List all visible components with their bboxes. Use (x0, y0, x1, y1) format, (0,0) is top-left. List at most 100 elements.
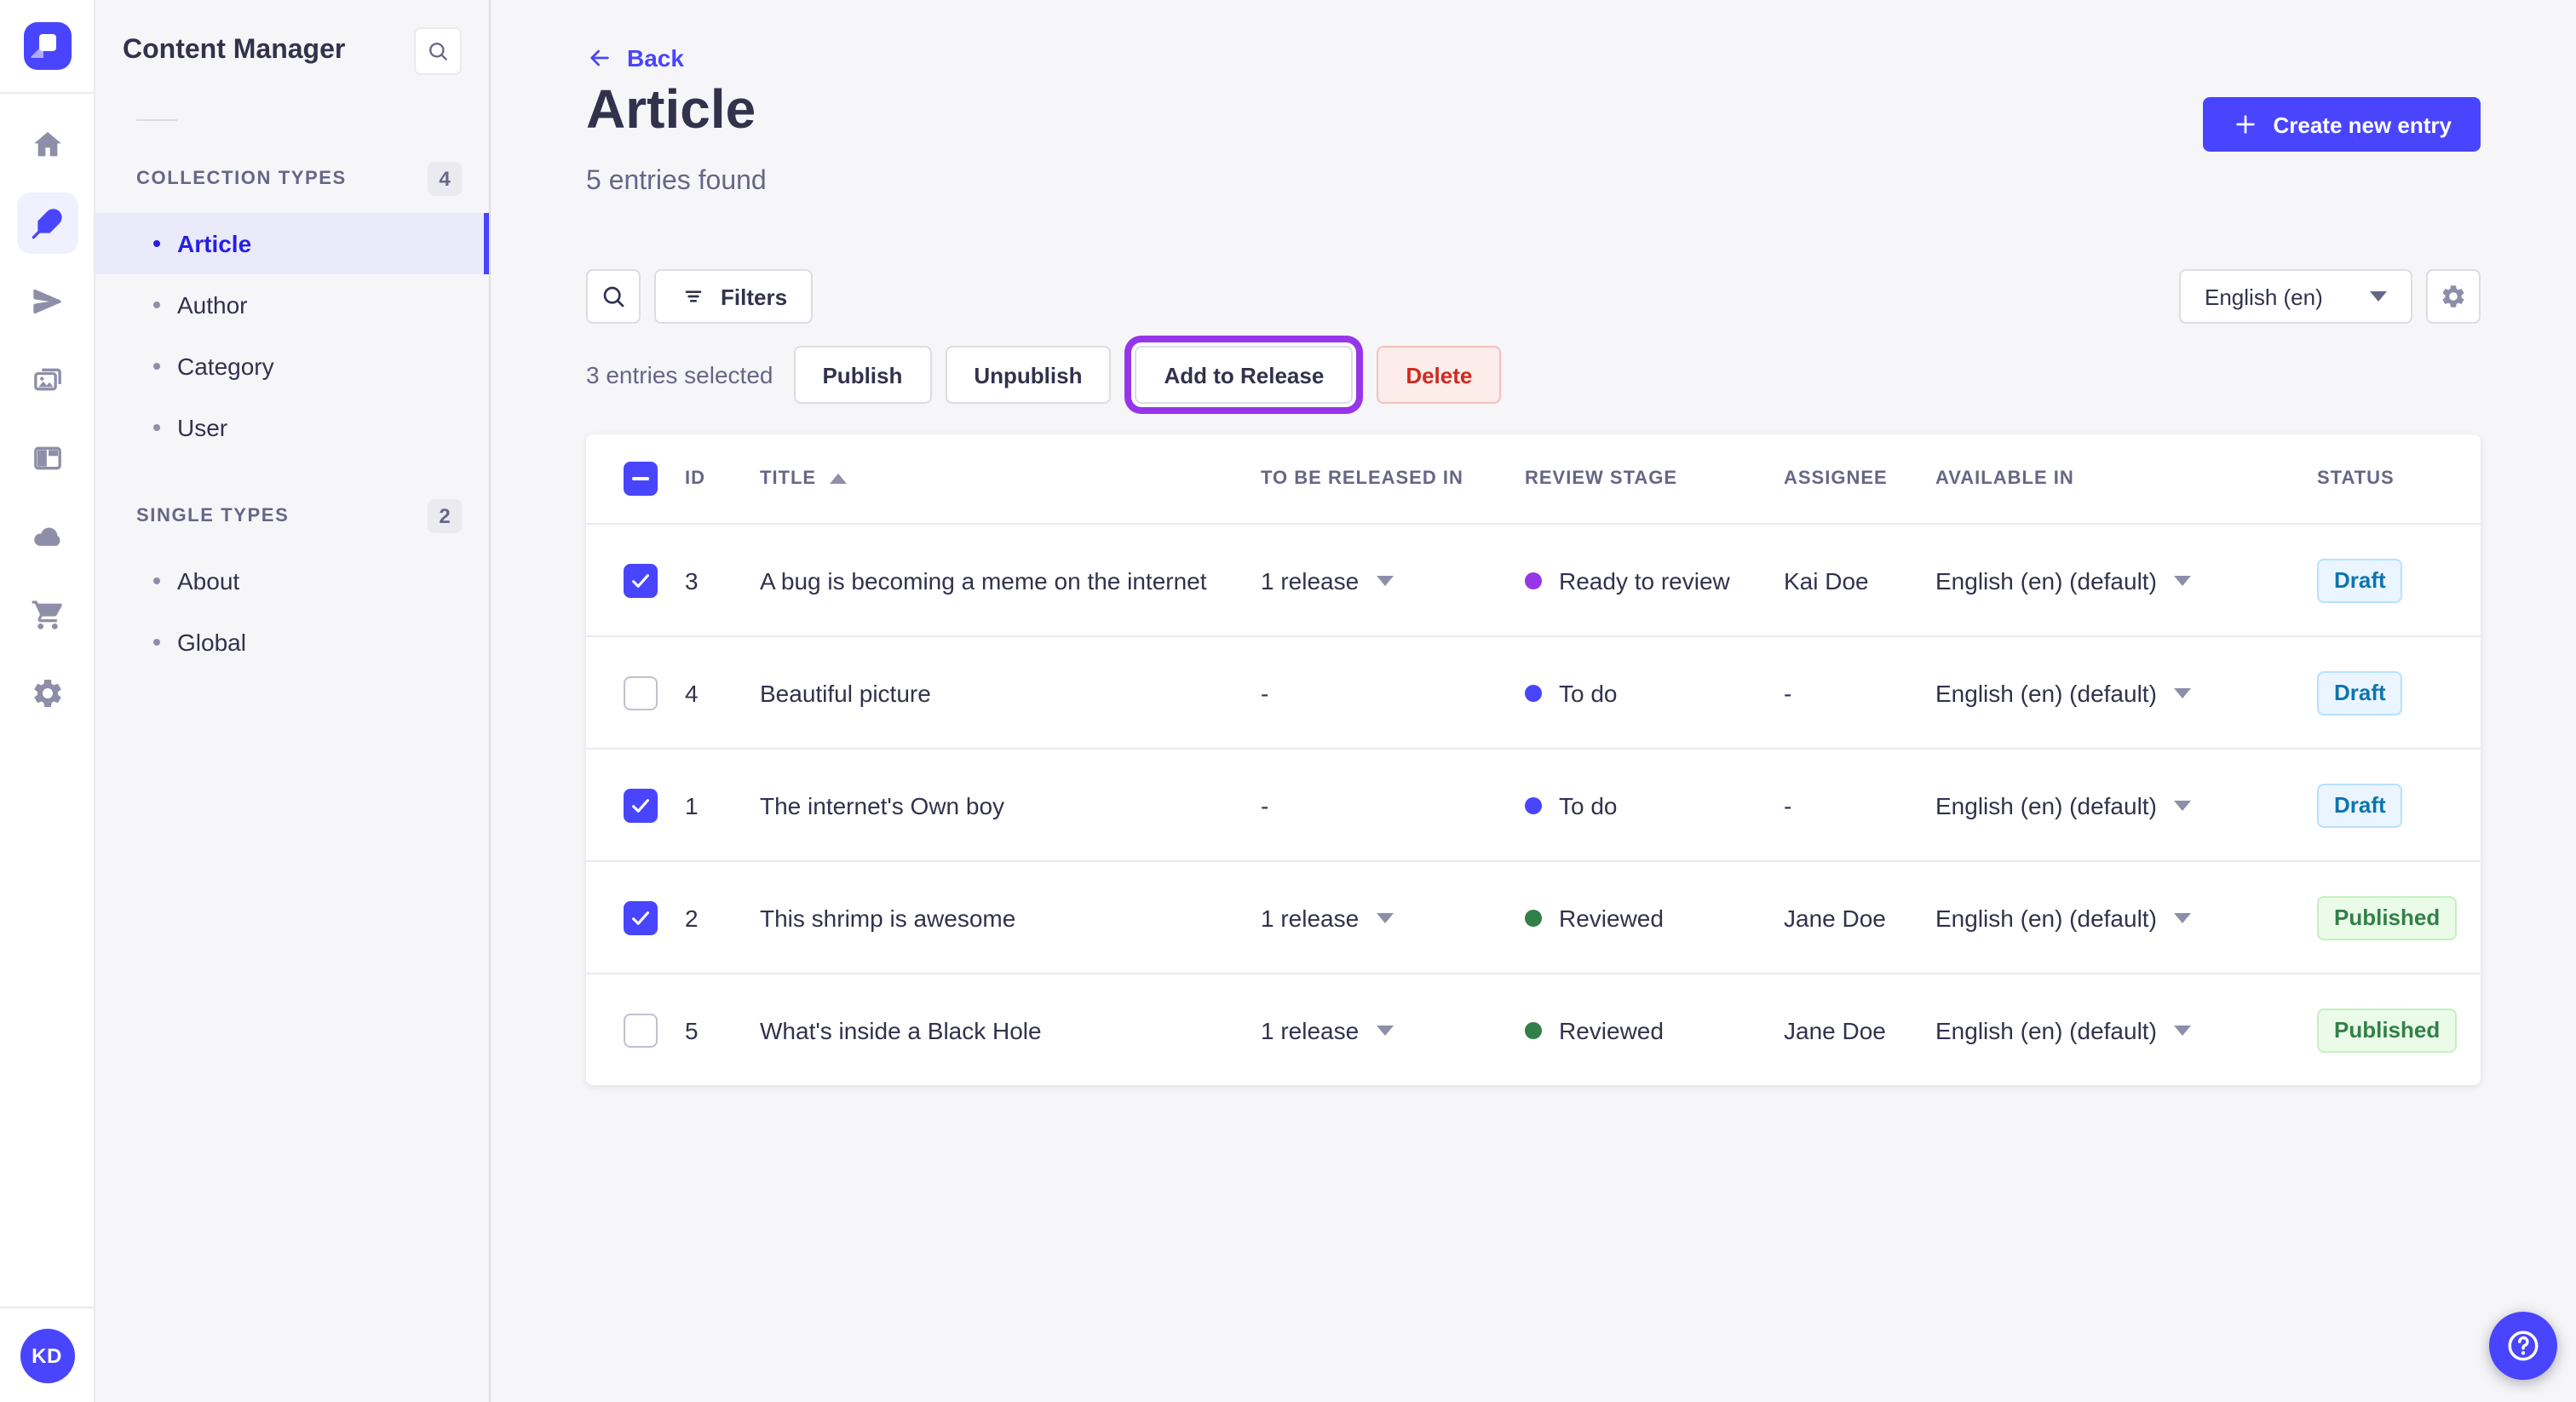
bullet-icon (153, 424, 160, 431)
locale-select[interactable]: English (en) (2179, 269, 2412, 324)
add-to-release-button[interactable]: Add to Release (1135, 346, 1354, 404)
table-row[interactable]: 2 This shrimp is awesome 1 release Revie… (586, 860, 2481, 973)
cloud-icon[interactable] (16, 506, 78, 567)
locale-chevron-down-icon[interactable] (2173, 800, 2191, 810)
cell-to-be-released-in[interactable]: - (1261, 679, 1525, 706)
sidebar-search-button[interactable] (414, 27, 462, 75)
select-all-checkbox[interactable] (624, 462, 658, 496)
cell-to-be-released-in[interactable]: 1 release (1261, 904, 1525, 931)
section-label: COLLECTION TYPES (136, 169, 347, 189)
content-manager-feather-icon[interactable] (16, 192, 78, 254)
row-checkbox[interactable] (624, 1013, 658, 1047)
search-icon (603, 286, 624, 307)
cell-id: 3 (685, 566, 699, 594)
sidebar-item-article[interactable]: Article (95, 213, 489, 274)
table-row[interactable]: 5 What's inside a Black Hole 1 release R… (586, 973, 2481, 1085)
locale-chevron-down-icon[interactable] (2173, 912, 2191, 922)
release-chevron-down-icon[interactable] (1376, 575, 1394, 585)
release-label: - (1261, 791, 1269, 819)
bullet-icon (153, 577, 160, 584)
media-library-pictures-icon[interactable] (16, 349, 78, 411)
row-checkbox[interactable] (624, 563, 658, 597)
cell-title[interactable]: A bug is becoming a meme on the internet (760, 566, 1261, 594)
cell-review-stage: Ready to review (1525, 566, 1784, 594)
home-icon[interactable] (16, 114, 78, 175)
releases-paper-plane-icon[interactable] (16, 271, 78, 332)
bullet-icon (153, 363, 160, 370)
sidebar-item-label: Author (177, 291, 248, 319)
release-chevron-down-icon[interactable] (1376, 1025, 1394, 1035)
status-badge: Published (2317, 895, 2458, 939)
locale-chevron-down-icon[interactable] (2173, 575, 2191, 585)
cell-title[interactable]: This shrimp is awesome (760, 904, 1261, 931)
column-header-status[interactable]: STATUS (2310, 468, 2450, 489)
cell-title[interactable]: Beautiful picture (760, 679, 1261, 706)
cell-available-in[interactable]: English (en) (default) (1935, 904, 2310, 931)
sidebar-section: COLLECTION TYPES 4 Article Author Catego… (95, 162, 489, 458)
table-row[interactable]: 1 The internet's Own boy - To do - Engli… (586, 748, 2481, 860)
column-header-title[interactable]: TITLE (760, 468, 1261, 489)
delete-button[interactable]: Delete (1377, 346, 1502, 404)
stage-dot-icon (1525, 572, 1542, 589)
section-count-badge: 2 (428, 499, 462, 533)
cell-available-in[interactable]: English (en) (default) (1935, 679, 2310, 706)
row-checkbox[interactable] (624, 788, 658, 822)
sidebar-item-category[interactable]: Category (95, 336, 489, 397)
stage-label: To do (1559, 679, 1618, 706)
column-header-id[interactable]: ID (685, 468, 760, 489)
release-chevron-down-icon[interactable] (1376, 912, 1394, 922)
column-header-review-stage[interactable]: REVIEW STAGE (1525, 468, 1784, 489)
marketplace-cart-icon[interactable] (16, 584, 78, 646)
cell-available-in[interactable]: English (en) (default) (1935, 1016, 2310, 1043)
filter-icon (685, 290, 702, 302)
filters-button[interactable]: Filters (654, 269, 814, 324)
locale-label: English (en) (default) (1935, 904, 2157, 931)
sidebar-item-label: Global (177, 629, 246, 656)
row-checkbox[interactable] (624, 675, 658, 710)
cell-title[interactable]: What's inside a Black Hole (760, 1016, 1261, 1043)
cell-to-be-released-in[interactable]: 1 release (1261, 1016, 1525, 1043)
cell-available-in[interactable]: English (en) (default) (1935, 566, 2310, 594)
section-label: SINGLE TYPES (136, 506, 290, 526)
cell-to-be-released-in[interactable]: - (1261, 791, 1525, 819)
column-header-released[interactable]: TO BE RELEASED IN (1261, 468, 1525, 489)
release-label: 1 release (1261, 904, 1360, 931)
bullet-icon (153, 240, 160, 247)
status-badge: Published (2317, 1008, 2458, 1052)
view-settings-button[interactable] (2426, 269, 2481, 324)
content-type-builder-layout-icon[interactable] (16, 428, 78, 489)
locale-chevron-down-icon[interactable] (2173, 1025, 2191, 1035)
locale-chevron-down-icon[interactable] (2173, 687, 2191, 698)
sidebar-item-global[interactable]: Global (95, 612, 489, 673)
publish-button[interactable]: Publish (793, 346, 932, 404)
create-new-entry-button[interactable]: Create new entry (2203, 97, 2481, 152)
table-row[interactable]: 3 A bug is becoming a meme on the intern… (586, 523, 2481, 635)
settings-gear-icon[interactable] (16, 663, 78, 724)
search-button[interactable] (586, 269, 641, 324)
content-manager-sidebar: Content Manager COLLECTION TYPES 4 Artic… (95, 0, 491, 1402)
sidebar-sections: COLLECTION TYPES 4 Article Author Catego… (95, 162, 489, 673)
sidebar-item-author[interactable]: Author (95, 274, 489, 336)
cell-review-stage: Reviewed (1525, 904, 1784, 931)
help-button[interactable] (2489, 1312, 2557, 1380)
section-items: Article Author Category User (95, 213, 489, 458)
sidebar-item-about[interactable]: About (95, 550, 489, 612)
status-badge: Draft (2317, 558, 2403, 602)
table-row[interactable]: 4 Beautiful picture - To do - English (e… (586, 635, 2481, 748)
sidebar-item-user[interactable]: User (95, 397, 489, 458)
main-content: Back Article 5 entries found Create new … (491, 0, 2576, 1402)
row-checkbox[interactable] (624, 900, 658, 934)
column-header-assignee[interactable]: ASSIGNEE (1784, 468, 1935, 489)
cell-to-be-released-in[interactable]: 1 release (1261, 566, 1525, 594)
strapi-logo-icon[interactable] (23, 22, 71, 70)
selection-summary: 3 entries selected (586, 361, 773, 388)
back-link[interactable]: Back (586, 44, 684, 72)
column-header-available-in[interactable]: AVAILABLE IN (1935, 468, 2310, 489)
cell-assignee: Kai Doe (1784, 566, 1869, 594)
cell-title[interactable]: The internet's Own boy (760, 791, 1261, 819)
sidebar-item-label: Article (177, 230, 252, 257)
user-avatar[interactable]: KD (20, 1328, 74, 1382)
cell-available-in[interactable]: English (en) (default) (1935, 791, 2310, 819)
unpublish-button[interactable]: Unpublish (945, 346, 1112, 404)
gear-icon (2442, 285, 2464, 307)
